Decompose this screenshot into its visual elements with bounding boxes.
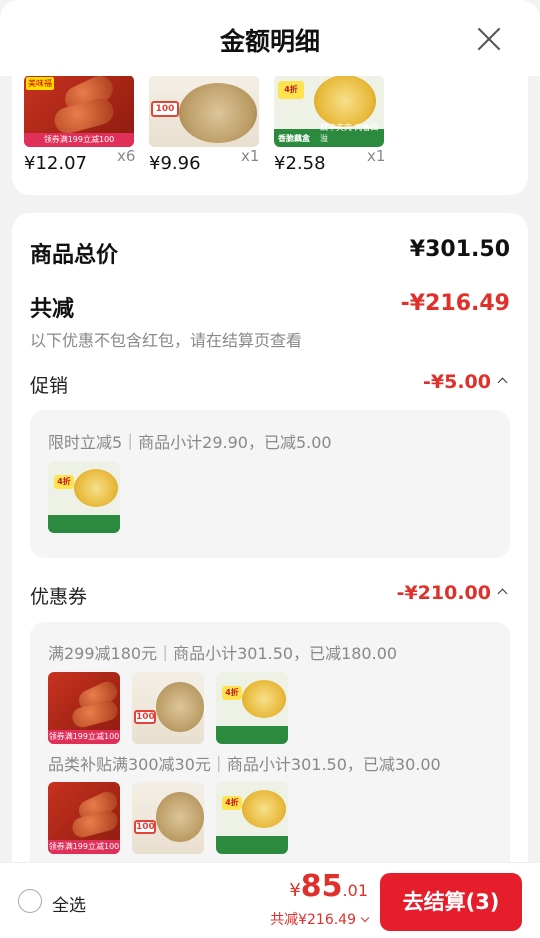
- pancake-image: 100: [149, 75, 259, 147]
- lotus-mini-tag: 4折: [54, 475, 74, 489]
- sausage-mini-image: 领券满199立减100: [48, 672, 120, 744]
- lotus-mini-image: 4折: [216, 782, 288, 854]
- pancake-mini-box: 100: [134, 820, 156, 834]
- pancake-mini-image: 100: [132, 782, 204, 854]
- total-reduce-value: -¥216.49: [400, 291, 510, 316]
- lotus-image-tag: 4折: [278, 81, 304, 99]
- sheet-title: 金额明细: [219, 27, 320, 56]
- total-reduce-label: 共减: [30, 297, 75, 322]
- total-reduce-toggle[interactable]: 共减¥216.49: [270, 909, 370, 929]
- promotion-section-header[interactable]: 促销 -¥5.00: [30, 371, 510, 399]
- select-all-radio[interactable]: [18, 889, 42, 913]
- sheet-header: 金额明细: [0, 0, 540, 76]
- pay-amount-decimal: .01: [342, 881, 368, 900]
- sausage-image-badge: 领券满199立减100: [24, 133, 134, 147]
- discount-note: 以下优惠不包含红包，请在结算页查看: [30, 331, 303, 350]
- close-icon[interactable]: [476, 26, 502, 52]
- promotion-amount: -¥5.00: [423, 371, 508, 393]
- pancake-mini-image: 100: [132, 672, 204, 744]
- lotus-mini-image: 4折: [216, 672, 288, 744]
- sausage-mini-image: 领券满199立减100: [48, 782, 120, 854]
- pay-amount: ¥85.01: [289, 869, 368, 904]
- promotion-detail-box: 限时立减5｜商品小计29.90，已减5.00 4折: [30, 410, 510, 558]
- coupon-section-header[interactable]: 优惠券 -¥210.00: [30, 582, 510, 610]
- chevron-up-icon: [497, 377, 508, 388]
- coupon-detail-text-1: 满299减180元｜商品小计301.50，已减180.00: [48, 644, 398, 663]
- sausage-mini-badge: 领券满199立减100: [48, 840, 120, 854]
- chevron-down-icon: [360, 913, 370, 923]
- coupon-amount: -¥210.00: [397, 582, 508, 604]
- coupon-label: 优惠券: [30, 586, 88, 608]
- pancake-image-box: 100: [151, 101, 179, 117]
- total-price-value: ¥301.50: [409, 237, 510, 262]
- promotion-detail-text: 限时立减5｜商品小计29.90，已减5.00: [48, 433, 332, 452]
- thumbnail-qty: x1: [367, 147, 386, 165]
- thumbnail-price: ¥2.58: [274, 153, 326, 174]
- total-price-label: 商品总价: [30, 243, 119, 268]
- amount-detail-sheet: 美味福 领券满199立减100 ¥12.07 x6 100 ¥9.96 x1 4…: [0, 0, 540, 938]
- thumbnail-price: ¥12.07: [24, 153, 87, 174]
- select-all-label[interactable]: 全选: [52, 891, 86, 916]
- checkout-button[interactable]: 去结算(3): [380, 873, 522, 931]
- sausage-mini-badge: 领券满199立减100: [48, 730, 120, 744]
- sausage-image-tag: 美味福: [26, 77, 54, 90]
- pay-amount-symbol: ¥: [289, 880, 301, 901]
- price-detail-card: 商品总价 ¥301.50 共减 -¥216.49 以下优惠不包含红包，请在结算页…: [12, 213, 528, 938]
- lotus-mini-tag: 4折: [222, 796, 242, 810]
- lotus-image-left-text: 香脆藕盒: [278, 134, 310, 143]
- total-reduce-row: 共减 -¥216.49: [30, 291, 510, 323]
- thumbnail-price: ¥9.96: [149, 153, 201, 174]
- checkout-bar: 全选 ¥85.01 共减¥216.49 去结算(3): [0, 862, 540, 938]
- lotus-mini-image: 4折: [48, 461, 120, 533]
- thumbnail-qty: x1: [241, 147, 260, 165]
- pancake-mini-box: 100: [134, 710, 156, 724]
- pay-amount-integer: 85: [300, 869, 343, 904]
- lotus-mini-tag: 4折: [222, 686, 242, 700]
- promotion-label: 促销: [30, 375, 69, 397]
- coupon-detail-text-2: 品类补贴满300减30元｜商品小计301.50，已减30.00: [48, 755, 441, 774]
- thumbnail-qty: x6: [117, 147, 136, 165]
- sausage-image: 美味福 领券满199立减100: [24, 75, 134, 147]
- total-price-row: 商品总价 ¥301.50: [30, 237, 510, 269]
- chevron-up-icon: [497, 588, 508, 599]
- total-reduce-text: 共减¥216.49: [270, 912, 356, 928]
- lotus-image: 4折 香脆藕盒 藕中夹肉 肉香四溢: [274, 75, 384, 147]
- lotus-image-right-text: 藕中夹肉 肉香四溢: [320, 123, 379, 143]
